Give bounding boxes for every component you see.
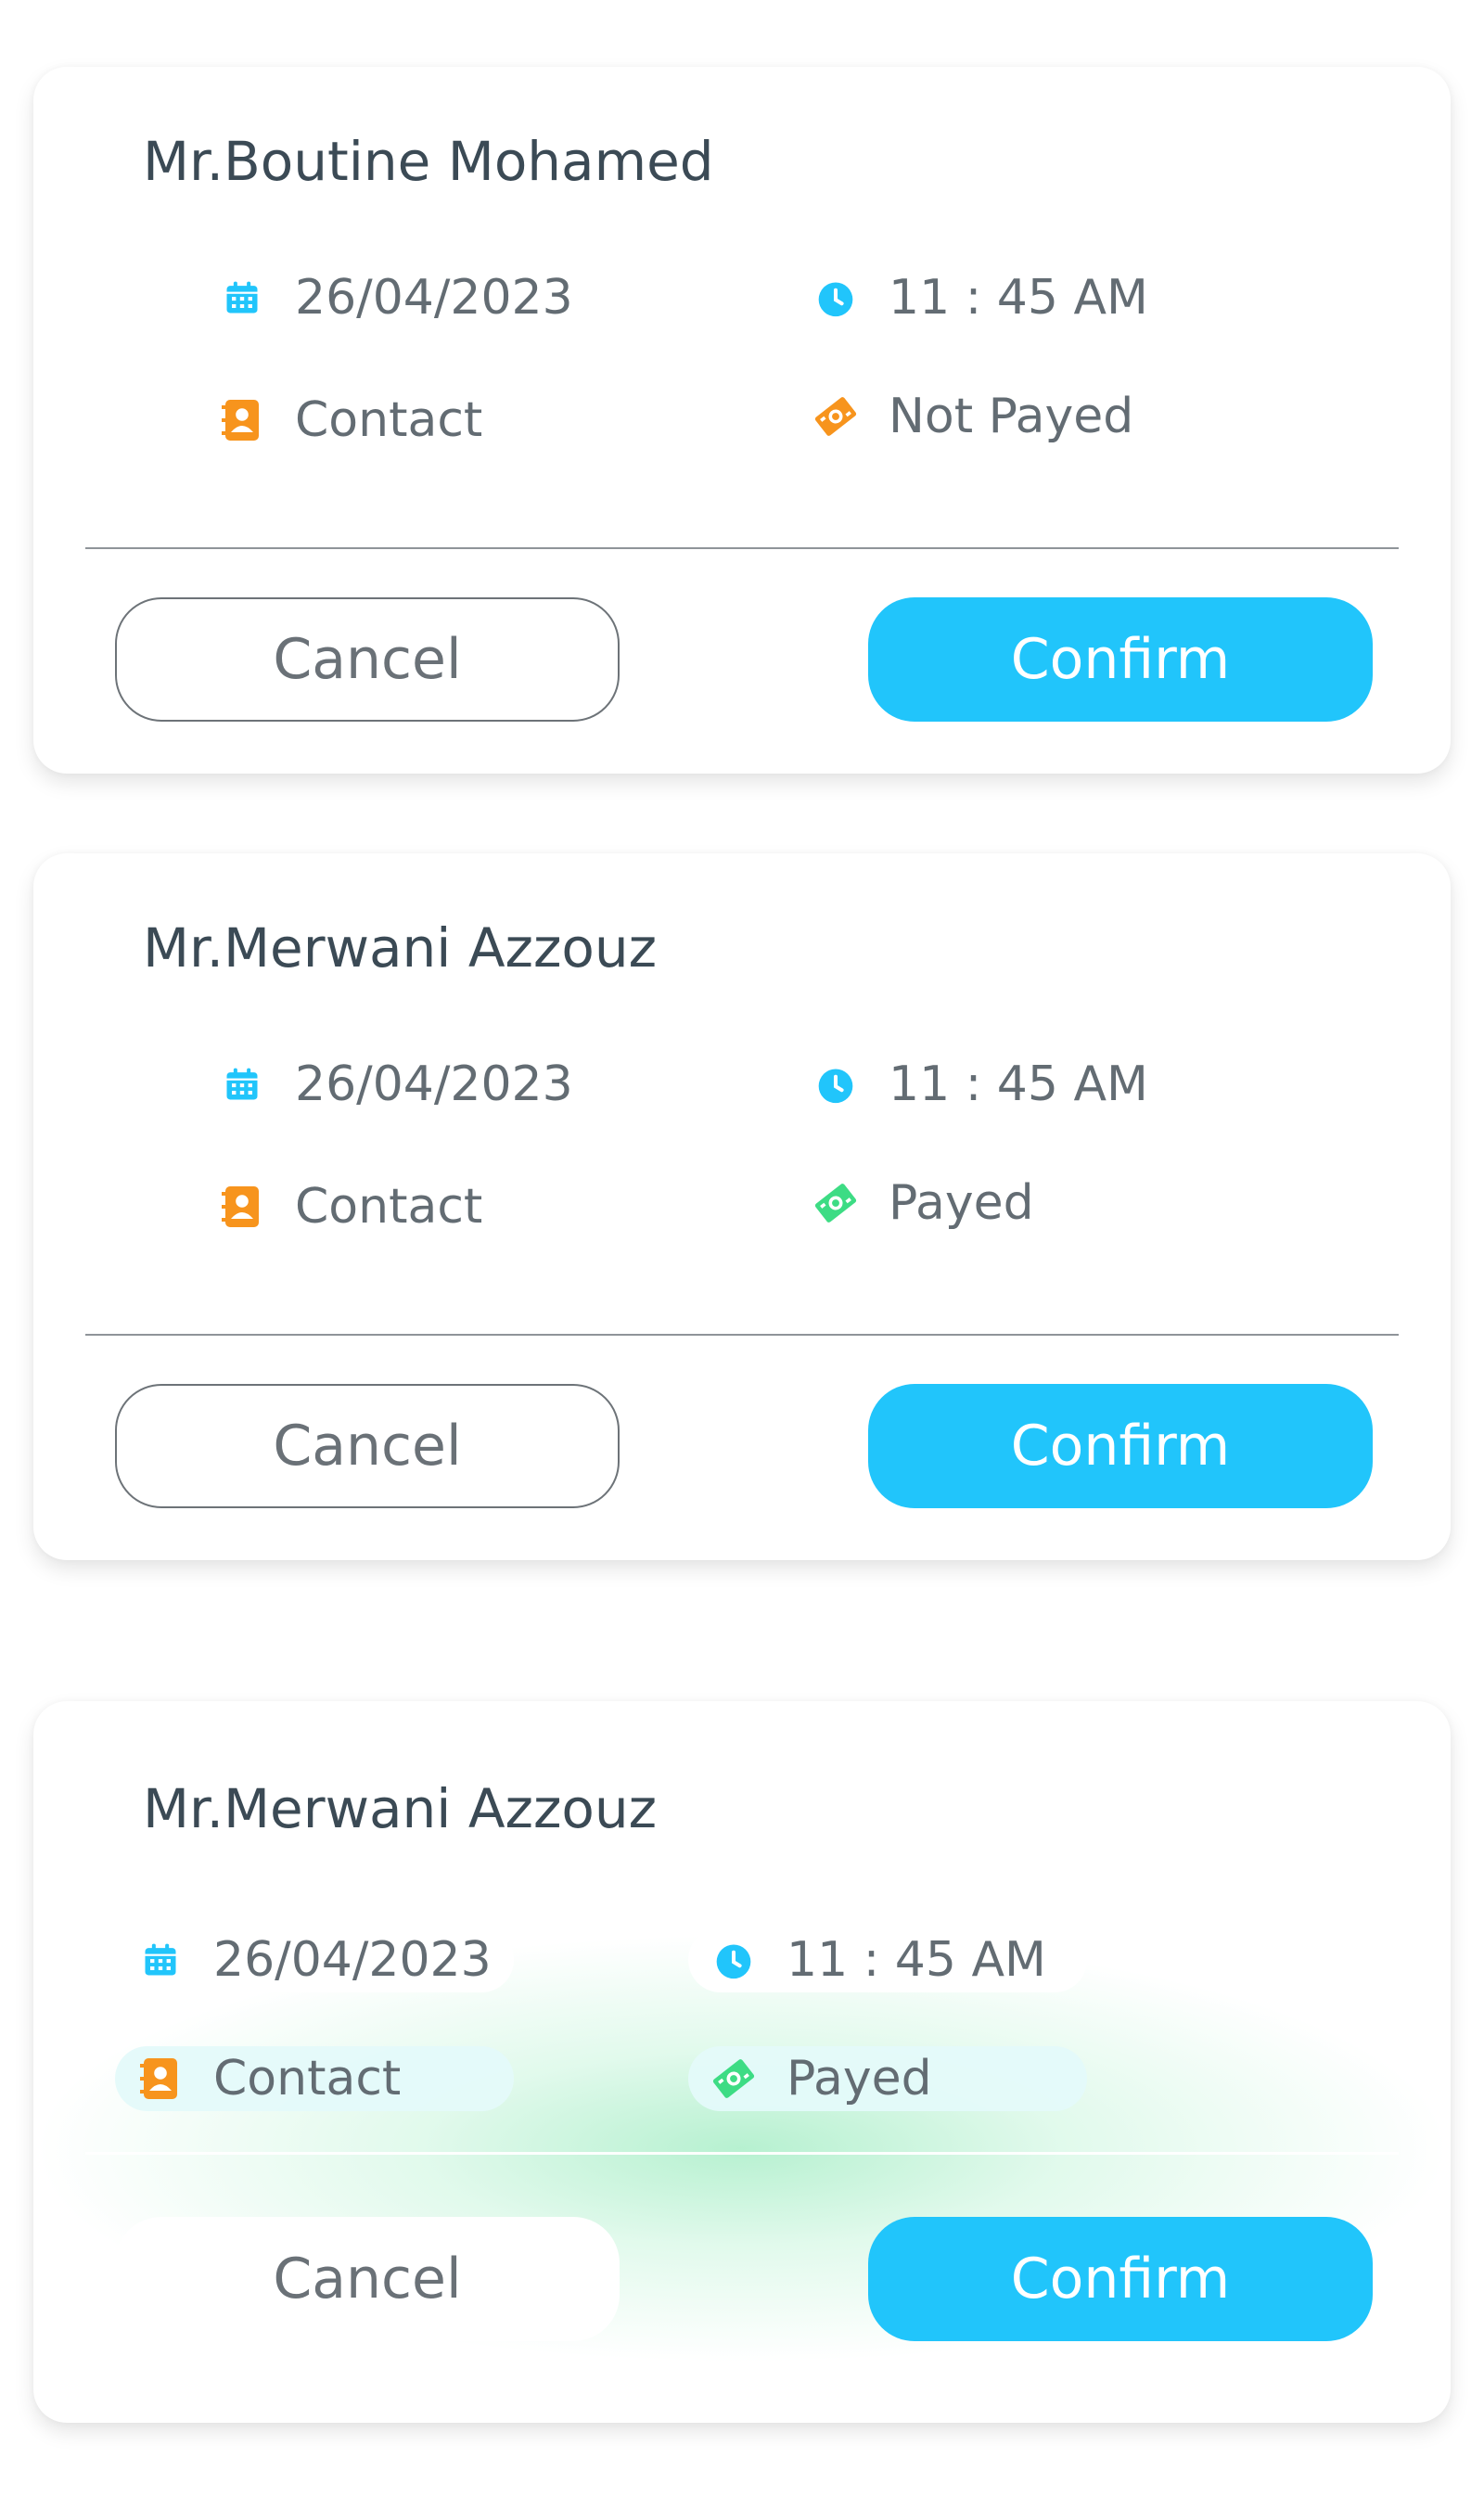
time-text: 11 : 45 AM	[787, 1932, 1046, 1988]
appointment-card: Mr.Merwani Azzouz 26/04/2023 11 : 45 AM …	[33, 853, 1451, 1560]
money-bill-icon	[812, 393, 859, 440]
money-bill-icon	[710, 2055, 757, 2102]
contact-label: Contact	[213, 2051, 402, 2106]
card-divider	[85, 1334, 1399, 1336]
date-text: 26/04/2023	[213, 1932, 492, 1988]
payment-status: Payed	[812, 1171, 1034, 1236]
contact-link[interactable]: Contact	[219, 1174, 482, 1239]
payment-status: Payed	[688, 2046, 1087, 2111]
appointment-card: Mr.Boutine Mohamed 26/04/2023 11 : 45 AM…	[33, 67, 1451, 774]
cancel-button[interactable]: Cancel	[115, 2217, 620, 2341]
confirm-button[interactable]: Confirm	[868, 1384, 1373, 1508]
clock-icon	[812, 275, 859, 321]
appointment-time: 11 : 45 AM	[688, 1927, 1087, 1992]
calendar-icon	[219, 275, 265, 321]
patient-name: Mr.Boutine Mohamed	[143, 130, 714, 193]
calendar-icon	[219, 1061, 265, 1108]
date-text: 26/04/2023	[295, 270, 573, 326]
payment-status-text: Payed	[889, 1175, 1034, 1231]
payment-status-text: Payed	[787, 2051, 932, 2106]
contact-book-icon	[219, 397, 265, 443]
clock-icon	[710, 1937, 757, 1983]
card-divider	[85, 2152, 1399, 2155]
patient-name: Mr.Merwani Azzouz	[143, 1777, 658, 1840]
appointment-time: 11 : 45 AM	[812, 265, 1148, 330]
time-text: 11 : 45 AM	[889, 1056, 1148, 1112]
contact-label: Contact	[295, 392, 483, 448]
appointment-card: Mr.Merwani Azzouz 26/04/2023 11 : 45 AM …	[33, 1701, 1451, 2423]
appointment-date: 26/04/2023	[219, 1052, 573, 1117]
confirm-button[interactable]: Confirm	[868, 2217, 1373, 2341]
contact-link[interactable]: Contact	[219, 388, 482, 453]
contact-label: Contact	[295, 1179, 483, 1235]
cancel-button[interactable]: Cancel	[115, 1384, 620, 1508]
calendar-icon	[137, 1937, 184, 1983]
card-divider	[85, 547, 1399, 549]
clock-icon	[812, 1061, 859, 1108]
contact-link[interactable]: Contact	[115, 2046, 514, 2111]
contact-book-icon	[137, 2055, 184, 2102]
appointment-date: 26/04/2023	[115, 1927, 514, 1992]
patient-name: Mr.Merwani Azzouz	[143, 916, 658, 980]
appointment-time: 11 : 45 AM	[812, 1052, 1148, 1117]
money-bill-icon	[812, 1180, 859, 1226]
appointment-date: 26/04/2023	[219, 265, 573, 330]
time-text: 11 : 45 AM	[889, 270, 1148, 326]
payment-status-text: Not Payed	[889, 389, 1134, 444]
confirm-button[interactable]: Confirm	[868, 597, 1373, 722]
contact-book-icon	[219, 1184, 265, 1230]
payment-status: Not Payed	[812, 384, 1133, 449]
date-text: 26/04/2023	[295, 1056, 573, 1112]
cancel-button[interactable]: Cancel	[115, 597, 620, 722]
